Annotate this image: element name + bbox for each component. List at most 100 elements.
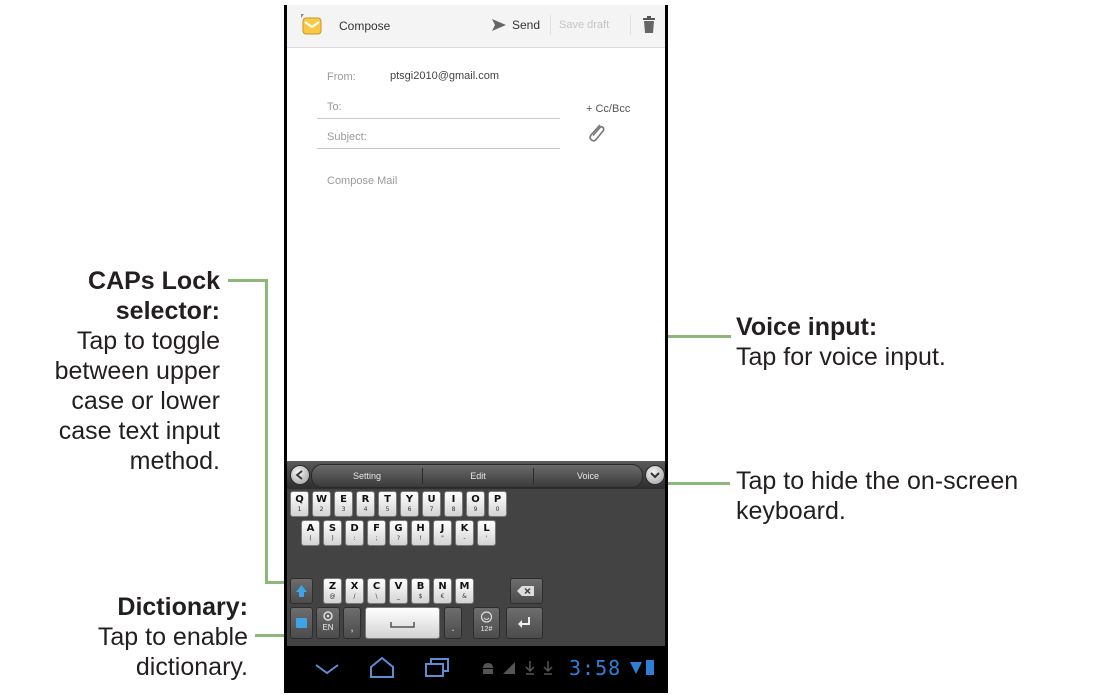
wifi-icon	[630, 662, 642, 674]
key-secondary-label: &	[462, 593, 467, 600]
key-main-label: U	[427, 494, 436, 505]
chevron-down-icon	[650, 472, 660, 479]
comma-key[interactable]: ,	[343, 607, 361, 639]
paperclip-icon[interactable]	[586, 122, 606, 144]
send-button[interactable]: Send	[492, 13, 540, 37]
hide-keyboard-button[interactable]	[645, 465, 665, 485]
back-chevron-icon[interactable]	[313, 660, 341, 678]
keyboard-left-circle-button[interactable]	[290, 465, 310, 485]
space-key[interactable]	[365, 607, 440, 639]
key-main-label: B	[416, 581, 425, 592]
from-value: ptsgi2010@gmail.com	[390, 70, 499, 82]
voice-input-title: Voice input:	[736, 313, 878, 341]
key-d[interactable]: D:	[345, 520, 364, 546]
key-b[interactable]: B $	[411, 578, 430, 604]
key-main-label: T	[384, 494, 391, 505]
key-n[interactable]: N €	[433, 578, 452, 604]
subject-field[interactable]: Subject:	[327, 131, 367, 143]
key-w[interactable]: W2	[312, 491, 331, 517]
key-j[interactable]: J "	[433, 520, 452, 546]
caps-lock-desc-4: case text input	[58, 417, 220, 445]
key-p[interactable]: P0	[488, 491, 507, 517]
key-m[interactable]: M &	[455, 578, 474, 604]
key-main-label: R	[361, 494, 370, 505]
to-field[interactable]: To:	[327, 101, 342, 113]
key-a[interactable]: A(	[301, 520, 320, 546]
caps-lock-title-line1: CAPs Lock	[88, 267, 220, 295]
arrow-icon	[295, 470, 303, 480]
key-f[interactable]: F;	[367, 520, 386, 546]
key-z[interactable]: Z @	[323, 578, 342, 604]
system-nav-bar: 3:58	[287, 646, 665, 691]
recent-apps-icon[interactable]	[423, 656, 451, 678]
key-q[interactable]: Q1	[290, 491, 309, 517]
key-e[interactable]: E3	[334, 491, 353, 517]
period-key[interactable]: .	[444, 607, 462, 639]
key-c[interactable]: C \	[367, 578, 386, 604]
key-main-label: I	[451, 494, 456, 505]
key-main-label: M	[459, 581, 470, 592]
space-icon	[390, 622, 415, 628]
trash-icon[interactable]	[642, 16, 656, 34]
compose-form: From: ptsgi2010@gmail.com To: + Cc/Bcc S…	[287, 48, 665, 461]
key-secondary-label: \	[375, 593, 378, 600]
key-x[interactable]: X /	[345, 578, 364, 604]
key-t[interactable]: T5	[378, 491, 397, 517]
key-secondary-label: 8	[451, 506, 456, 513]
key-secondary-label: @	[329, 593, 336, 600]
separator	[550, 15, 551, 35]
key-main-label: X	[350, 581, 359, 592]
key-v[interactable]: V _	[389, 578, 408, 604]
caps-callout-line	[265, 279, 268, 584]
numbers-symbols-key[interactable]: 12#	[473, 607, 500, 639]
to-field-underline	[317, 118, 560, 119]
key-main-label: G	[394, 523, 403, 534]
gmail-app-icon	[301, 14, 322, 35]
key-secondary-label: $	[418, 593, 423, 600]
setting-button[interactable]: Setting	[312, 465, 422, 487]
shift-arrow-icon	[296, 585, 307, 597]
key-secondary-label: 4	[363, 506, 368, 513]
key-i[interactable]: I8	[444, 491, 463, 517]
compose-body[interactable]: Compose Mail	[327, 175, 397, 187]
key-secondary-label: 6	[407, 506, 412, 513]
key-main-label: H	[416, 523, 425, 534]
edit-button[interactable]: Edit	[423, 465, 533, 487]
clock: 3:58	[569, 656, 622, 680]
android-icon	[483, 663, 493, 674]
key-secondary-label: €	[440, 593, 445, 600]
battery-icon	[646, 660, 654, 675]
key-s[interactable]: S)	[323, 520, 342, 546]
smiley-icon	[480, 611, 493, 623]
key-h[interactable]: H!	[411, 520, 430, 546]
dictionary-desc-1: Tap to enable	[97, 623, 248, 651]
key-secondary-label: 1	[297, 506, 302, 513]
home-icon[interactable]	[367, 654, 397, 680]
key-secondary-label: 0	[495, 506, 500, 513]
save-draft-button[interactable]: Save draft	[559, 19, 609, 31]
voice-input-button[interactable]: Voice	[534, 465, 642, 487]
key-main-label: E	[340, 494, 347, 505]
backspace-key[interactable]	[510, 578, 543, 604]
key-o[interactable]: O9	[466, 491, 485, 517]
key-r[interactable]: R4	[356, 491, 375, 517]
enter-key[interactable]	[506, 607, 543, 639]
device-frame: Compose Send Save draft From: ptsgi2010@…	[284, 5, 668, 693]
key-k[interactable]: K-	[455, 520, 474, 546]
key-u[interactable]: U7	[422, 491, 441, 517]
download-icon	[543, 661, 553, 675]
on-screen-keyboard: Setting Edit Voice Q1W2E3R4T5Y6U7I8O9P0 …	[287, 461, 665, 646]
key-secondary-label: -	[463, 535, 466, 542]
caps-lock-key[interactable]	[290, 578, 313, 604]
dictionary-key[interactable]	[290, 607, 313, 639]
key-y[interactable]: Y6	[400, 491, 419, 517]
key-l[interactable]: L '	[477, 520, 496, 546]
key-secondary-label: !	[419, 535, 422, 542]
key-main-label: L	[483, 523, 490, 534]
cc-bcc-button[interactable]: + Cc/Bcc	[586, 103, 630, 115]
key-g[interactable]: G?	[389, 520, 408, 546]
language-key[interactable]: EN	[316, 607, 340, 639]
hide-keyboard-desc-1: Tap to hide the on-screen	[736, 467, 1019, 495]
key-main-label: Z	[328, 581, 337, 592]
period-label: .	[451, 622, 455, 634]
